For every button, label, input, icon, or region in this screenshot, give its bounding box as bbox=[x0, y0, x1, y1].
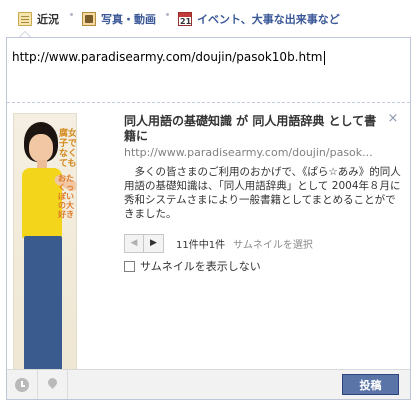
no-thumbnail-option[interactable]: サムネイルを表示しない bbox=[124, 258, 261, 274]
chevron-right-icon: ▶ bbox=[150, 238, 157, 248]
status-update-icon bbox=[18, 12, 32, 26]
tab-life-event-label: イベント、大事な出来事など bbox=[197, 13, 340, 26]
prev-thumbnail-button[interactable]: ◀ bbox=[124, 233, 144, 253]
footer-divider bbox=[67, 370, 68, 399]
link-preview-url: http://www.paradisearmy.com/doujin/pasok… bbox=[124, 146, 373, 159]
tab-photo-video-label: 写真・動画 bbox=[101, 13, 156, 26]
thumbnail-caption-1: 腐女子でなくても bbox=[59, 129, 77, 169]
tab-photo-video[interactable]: 写真・動画 bbox=[82, 8, 156, 30]
status-text-input[interactable]: http://www.paradisearmy.com/doujin/pasok… bbox=[12, 47, 405, 67]
thumbnail-pager: ◀ ▶ 11件中1件 サムネイルを選択 bbox=[124, 233, 313, 253]
tab-status[interactable]: 近況 bbox=[18, 8, 59, 30]
chevron-left-icon: ◀ bbox=[130, 238, 138, 248]
next-thumbnail-button[interactable]: ▶ bbox=[144, 233, 164, 253]
no-thumbnail-checkbox[interactable] bbox=[124, 260, 135, 272]
tab-separator bbox=[70, 13, 73, 16]
preview-divider bbox=[7, 102, 410, 103]
calendar-icon: 21 bbox=[178, 12, 192, 26]
footer-divider bbox=[37, 370, 38, 399]
close-icon[interactable]: × bbox=[387, 112, 399, 125]
thumbnail-jeans bbox=[24, 236, 62, 369]
status-text-value: http://www.paradisearmy.com/doujin/pasok… bbox=[12, 50, 323, 64]
text-caret bbox=[323, 50, 325, 65]
photo-video-icon bbox=[82, 12, 96, 26]
tab-life-event[interactable]: 21 イベント、大事な出来事など bbox=[178, 8, 340, 30]
tab-separator bbox=[166, 13, 169, 16]
select-thumbnail-label: サムネイルを選択 bbox=[233, 239, 313, 251]
post-button[interactable]: 投稿 bbox=[342, 374, 399, 395]
thumbnail-face bbox=[29, 134, 53, 162]
link-thumbnail: 腐女子でなくても おたくっぽいの大好き bbox=[13, 113, 77, 370]
composer-footer: 投稿 bbox=[7, 369, 410, 399]
clock-icon[interactable] bbox=[15, 378, 29, 392]
thumbnail-count: 11件中1件 bbox=[176, 239, 226, 251]
link-preview-description[interactable]: 多くの皆さまのご利用のおかげで、《ぱら☆あみ》的同人用語の基礎知識は、「同人用語… bbox=[124, 165, 401, 221]
tab-status-label: 近況 bbox=[37, 13, 59, 26]
location-pin-icon[interactable] bbox=[45, 376, 59, 392]
no-thumbnail-label: サムネイルを表示しない bbox=[140, 260, 261, 273]
composer-tabs: 近況 写真・動画 21 イベント、大事な出来事など bbox=[0, 0, 418, 38]
composer-box: http://www.paradisearmy.com/doujin/pasok… bbox=[6, 37, 411, 400]
link-preview-title[interactable]: 同人用語の基礎知識 が 同人用語辞典 として書籍に bbox=[124, 114, 386, 144]
thumbnail-caption-2: おたくっぽいの大好き bbox=[58, 174, 74, 219]
